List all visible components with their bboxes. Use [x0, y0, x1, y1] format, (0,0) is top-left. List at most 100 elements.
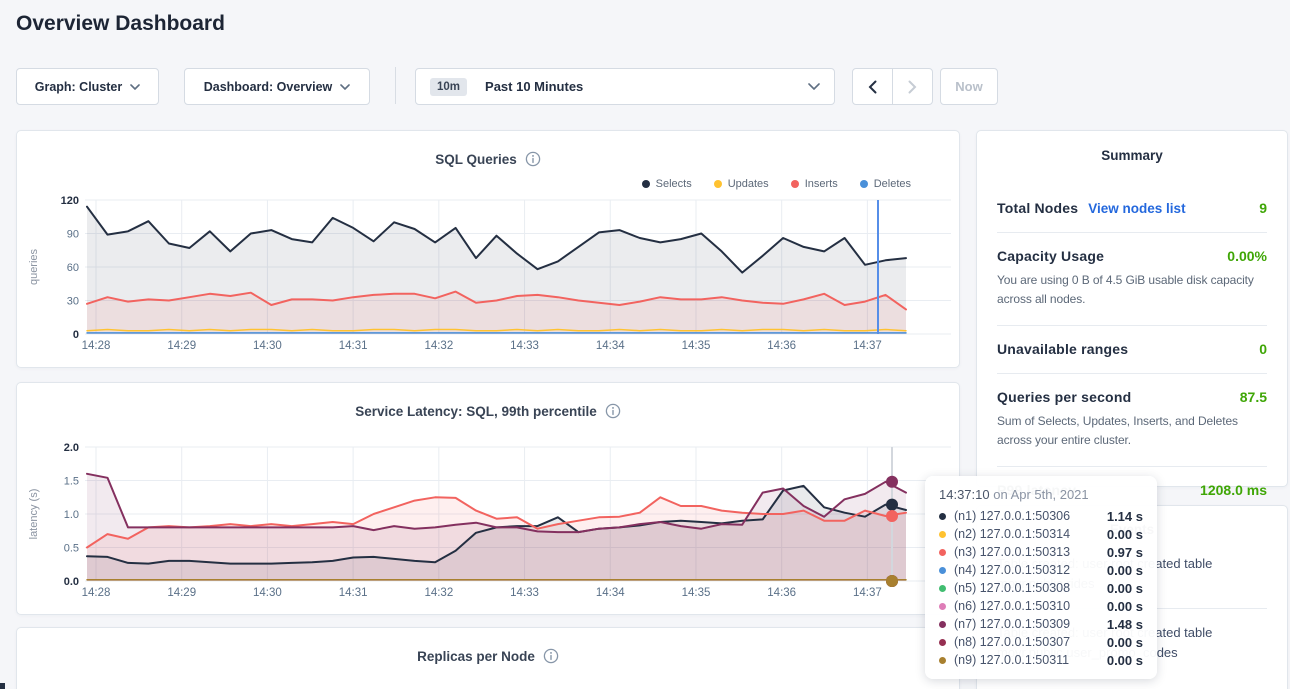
dashboard-dropdown-label: Dashboard: Overview — [204, 80, 333, 94]
summary-panel: Summary Total Nodes View nodes list 9 Ca… — [976, 130, 1288, 487]
svg-text:1.0: 1.0 — [64, 509, 79, 521]
node-color-dot-icon — [939, 585, 946, 592]
info-icon[interactable] — [543, 648, 559, 664]
page: Overview Dashboard Graph: Cluster Dashbo… — [0, 0, 1290, 689]
node-color-dot-icon — [939, 567, 946, 574]
svg-text:14:36: 14:36 — [767, 340, 796, 352]
node-address: (n3) 127.0.0.1:50313 — [954, 545, 1070, 559]
summary-value: 1208.0 ms — [1200, 482, 1267, 498]
svg-text:90: 90 — [67, 229, 79, 241]
sql-queries-chart[interactable]: 030609012014:2814:2914:3014:3114:3214:33… — [17, 186, 961, 366]
tooltip-node-row: (n8) 127.0.0.1:503070.00 s — [939, 633, 1143, 651]
node-color-dot-icon — [939, 531, 946, 538]
chart-title: SQL Queries — [435, 152, 517, 167]
summary-item-capacity: Capacity Usage 0.00% You are using 0 B o… — [997, 233, 1267, 326]
svg-text:14:28: 14:28 — [82, 340, 111, 352]
svg-text:14:32: 14:32 — [424, 587, 453, 599]
node-latency-value: 0.00 s — [1107, 527, 1143, 542]
graph-dropdown-label: Graph: Cluster — [35, 80, 123, 94]
summary-item-total-nodes: Total Nodes View nodes list 9 — [997, 185, 1267, 233]
service-latency-panel: Service Latency: SQL, 99th percentile la… — [16, 382, 960, 615]
svg-text:14:30: 14:30 — [253, 587, 282, 599]
summary-value: 0.00% — [1227, 248, 1267, 264]
node-color-dot-icon — [939, 513, 946, 520]
svg-text:14:34: 14:34 — [596, 340, 625, 352]
node-address: (n1) 127.0.0.1:50306 — [954, 509, 1070, 523]
time-range-label: Past 10 Minutes — [485, 79, 583, 94]
cut-off-element — [0, 683, 5, 689]
node-latency-value: 0.00 s — [1107, 581, 1143, 596]
summary-label: Queries per second — [997, 389, 1131, 405]
tooltip-node-row: (n2) 127.0.0.1:503140.00 s — [939, 525, 1143, 543]
chevron-down-icon — [808, 83, 820, 90]
now-button[interactable]: Now — [940, 68, 998, 105]
summary-item-qps: Queries per second 87.5 Sum of Selects, … — [997, 374, 1267, 467]
tooltip-node-row: (n3) 127.0.0.1:50313 0.97 s — [939, 543, 1143, 561]
summary-value: 0 — [1259, 341, 1267, 357]
node-color-dot-icon — [939, 603, 946, 610]
time-forward-button[interactable] — [892, 69, 932, 104]
time-nav-group — [852, 68, 933, 105]
chevron-down-icon — [340, 84, 350, 90]
svg-text:30: 30 — [67, 296, 79, 308]
info-icon[interactable] — [605, 403, 621, 419]
time-range-dropdown[interactable]: 10m Past 10 Minutes — [415, 68, 835, 105]
chart-title: Service Latency: SQL, 99th percentile — [355, 404, 597, 419]
dashboard-dropdown[interactable]: Dashboard: Overview — [184, 68, 370, 105]
chart-title: Replicas per Node — [417, 649, 535, 664]
svg-text:14:34: 14:34 — [596, 587, 625, 599]
info-icon[interactable] — [525, 151, 541, 167]
tooltip-node-row: (n5) 127.0.0.1:50308 0.00 s — [939, 579, 1143, 597]
node-latency-value: 0.00 s — [1107, 653, 1143, 668]
tooltip-timestamp: 14:37:10 on Apr 5th, 2021 — [939, 487, 1143, 502]
tooltip-node-row: (n4) 127.0.0.1:50312 0.00 s — [939, 561, 1143, 579]
tooltip-node-row: (n6) 127.0.0.1:50310 0.00 s — [939, 597, 1143, 615]
svg-text:14:31: 14:31 — [339, 587, 368, 599]
svg-text:14:37: 14:37 — [853, 340, 882, 352]
summary-item-unavailable-ranges: Unavailable ranges 0 — [997, 326, 1267, 374]
view-nodes-list-link[interactable]: View nodes list — [1088, 201, 1185, 216]
graph-dropdown[interactable]: Graph: Cluster — [16, 68, 159, 105]
node-latency-value: 1.14 s — [1107, 509, 1143, 524]
svg-text:1.5: 1.5 — [64, 476, 79, 488]
page-title: Overview Dashboard — [16, 12, 225, 36]
node-address: (n6) 127.0.0.1:50310 — [954, 599, 1070, 613]
tooltip-node-row: (n1) 127.0.0.1:50306 1.14 s — [939, 507, 1143, 525]
summary-value: 87.5 — [1240, 389, 1267, 405]
node-color-dot-icon — [939, 639, 946, 646]
node-address: (n5) 127.0.0.1:50308 — [954, 581, 1070, 595]
svg-text:0.5: 0.5 — [64, 543, 79, 555]
svg-text:14:33: 14:33 — [510, 587, 539, 599]
svg-text:14:35: 14:35 — [682, 340, 711, 352]
node-latency-value: 0.00 s — [1107, 599, 1143, 614]
node-latency-value: 0.00 s — [1107, 563, 1143, 578]
svg-text:14:32: 14:32 — [424, 340, 453, 352]
sql-queries-panel: SQL Queries SelectsUpdatesInsertsDeletes… — [16, 130, 960, 368]
node-address: (n4) 127.0.0.1:50312 — [954, 563, 1070, 577]
node-color-dot-icon — [939, 657, 946, 664]
now-button-label: Now — [955, 79, 982, 94]
service-latency-chart[interactable]: 0.00.51.01.52.014:2814:2914:3014:3114:32… — [17, 433, 961, 613]
svg-text:14:36: 14:36 — [767, 587, 796, 599]
chevron-right-icon — [908, 80, 917, 94]
replicas-per-node-panel: Replicas per Node — [16, 627, 960, 689]
time-range-badge: 10m — [430, 78, 467, 96]
node-color-dot-icon — [939, 549, 946, 556]
node-address: (n7) 127.0.0.1:50309 — [954, 617, 1070, 631]
chevron-down-icon — [130, 84, 140, 90]
node-address: (n9) 127.0.0.1:50311 — [954, 653, 1069, 667]
summary-description: Sum of Selects, Updates, Inserts, and De… — [997, 412, 1267, 450]
node-latency-value: 0.97 s — [1107, 545, 1143, 560]
divider — [395, 67, 396, 104]
summary-label: Capacity Usage — [997, 248, 1104, 264]
time-back-button[interactable] — [853, 69, 892, 104]
svg-text:14:30: 14:30 — [253, 340, 282, 352]
chart-hover-tooltip: 14:37:10 on Apr 5th, 2021 (n1) 127.0.0.1… — [925, 476, 1157, 679]
svg-text:120: 120 — [61, 195, 79, 207]
summary-label: Total Nodes — [997, 200, 1078, 216]
svg-text:14:31: 14:31 — [339, 340, 368, 352]
node-latency-value: 1.48 s — [1107, 617, 1143, 632]
tooltip-node-row: (n9) 127.0.0.1:50311 0.00 s — [939, 651, 1143, 669]
svg-text:14:37: 14:37 — [853, 587, 882, 599]
svg-text:2.0: 2.0 — [64, 442, 79, 454]
